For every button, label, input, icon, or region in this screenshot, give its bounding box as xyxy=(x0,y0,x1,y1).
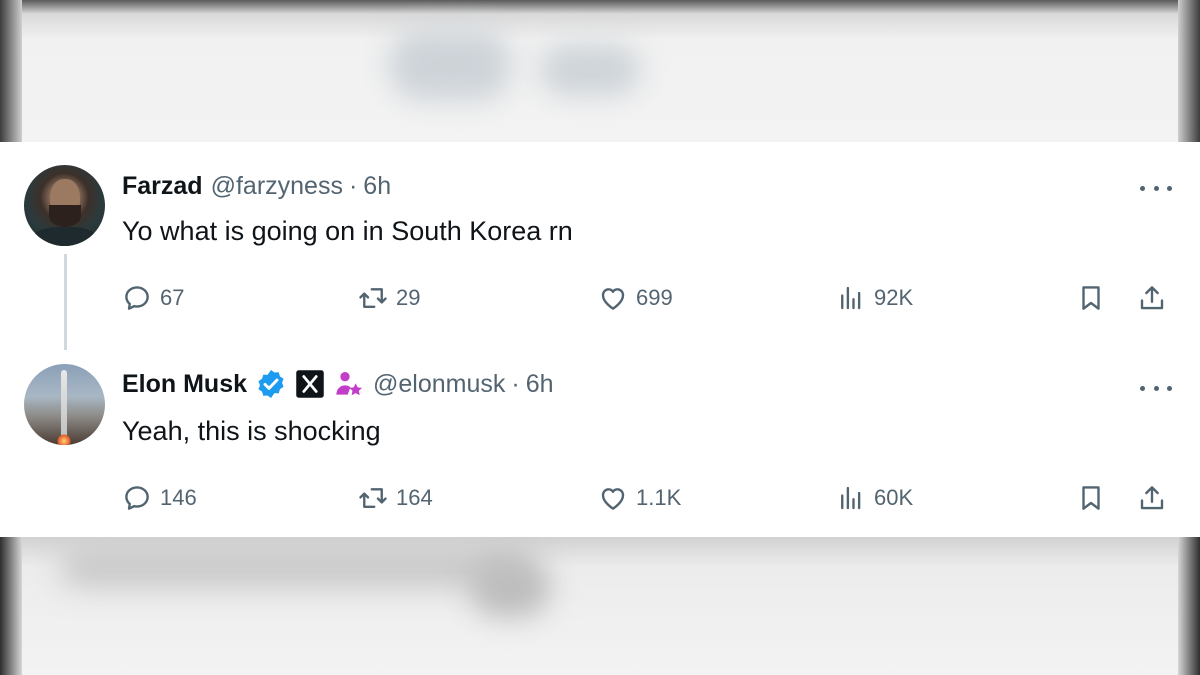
retweet-count: 164 xyxy=(396,485,433,510)
tweet-actions: 146 164 1.1K 60K xyxy=(0,478,1200,518)
like-button[interactable]: 699 xyxy=(598,278,673,318)
more-options-icon[interactable] xyxy=(1140,178,1172,198)
share-icon xyxy=(1140,286,1164,310)
share-icon xyxy=(1140,486,1164,510)
reply-count: 146 xyxy=(160,485,197,510)
views-button[interactable]: 92K xyxy=(836,278,913,318)
heart-icon xyxy=(601,288,625,310)
heart-icon xyxy=(601,488,625,510)
subscriber-person-star-icon xyxy=(333,368,365,400)
blurred-shape xyxy=(540,45,640,95)
share-button[interactable] xyxy=(1137,278,1167,318)
views-button[interactable]: 60K xyxy=(836,478,913,518)
avatar-rocket-flame xyxy=(57,434,71,445)
x-affiliate-icon xyxy=(295,369,325,399)
tweet-header: Farzad @farzyness · 6h xyxy=(122,170,391,202)
bookmark-button[interactable] xyxy=(1076,478,1106,518)
verified-badge-icon xyxy=(255,368,287,400)
share-button[interactable] xyxy=(1137,478,1167,518)
timestamp[interactable]: 6h xyxy=(526,370,554,399)
retweet-button[interactable]: 164 xyxy=(358,478,433,518)
bookmark-icon xyxy=(1082,486,1100,510)
tweet[interactable]: Farzad @farzyness · 6h Yo what is going … xyxy=(0,142,1200,350)
tweet-text: Yeah, this is shocking xyxy=(122,416,381,446)
reply-button[interactable]: 67 xyxy=(122,278,184,318)
tweet-text: Yo what is going on in South Korea rn xyxy=(122,216,573,246)
shadow-edge-right xyxy=(1178,537,1200,675)
like-button[interactable]: 1.1K xyxy=(598,478,681,518)
blurred-shape xyxy=(60,547,530,587)
blurred-shape xyxy=(390,30,510,100)
reply-button[interactable]: 146 xyxy=(122,478,197,518)
avatar-rocket xyxy=(61,370,67,442)
shadow-edge-right xyxy=(1178,0,1200,142)
views-count: 92K xyxy=(874,285,914,310)
reply-icon xyxy=(125,286,149,310)
tweet-actions: 67 29 699 92K xyxy=(0,278,1200,318)
separator-dot: · xyxy=(511,369,520,398)
retweet-icon xyxy=(359,288,387,308)
user-handle[interactable]: @elonmusk xyxy=(373,370,505,399)
tweet-thread-card: Farzad @farzyness · 6h Yo what is going … xyxy=(0,142,1200,537)
retweet-count: 29 xyxy=(396,285,421,310)
blurred-background-top xyxy=(0,0,1200,142)
retweet-button[interactable]: 29 xyxy=(358,278,420,318)
views-count: 60K xyxy=(874,485,914,510)
avatar-beard xyxy=(49,205,81,227)
shadow-edge-left xyxy=(0,537,22,675)
tweet-header: Elon Musk @elonmusk · 6h xyxy=(122,368,554,400)
like-count: 699 xyxy=(636,285,673,310)
views-chart-icon xyxy=(841,486,861,510)
reply-icon xyxy=(125,486,149,510)
timestamp[interactable]: 6h xyxy=(363,172,391,201)
blurred-background-bottom xyxy=(0,537,1200,675)
avatar[interactable] xyxy=(24,165,105,246)
bookmark-icon xyxy=(1082,286,1100,310)
blurred-shape xyxy=(470,557,550,617)
avatar-shirt xyxy=(32,227,98,246)
display-name[interactable]: Farzad xyxy=(122,172,203,201)
views-chart-icon xyxy=(841,286,861,310)
retweet-icon xyxy=(359,488,387,508)
user-handle[interactable]: @farzyness xyxy=(211,172,343,201)
shadow-edge-left xyxy=(0,0,22,142)
avatar[interactable] xyxy=(24,364,105,445)
reply-count: 67 xyxy=(160,285,185,310)
separator-dot: · xyxy=(348,171,358,200)
tweet[interactable]: Elon Musk @elonmusk · 6h Yeah, this is s… xyxy=(0,342,1200,537)
more-options-icon[interactable] xyxy=(1140,378,1172,398)
like-count: 1.1K xyxy=(636,485,682,510)
display-name[interactable]: Elon Musk xyxy=(122,370,247,399)
bookmark-button[interactable] xyxy=(1076,278,1106,318)
